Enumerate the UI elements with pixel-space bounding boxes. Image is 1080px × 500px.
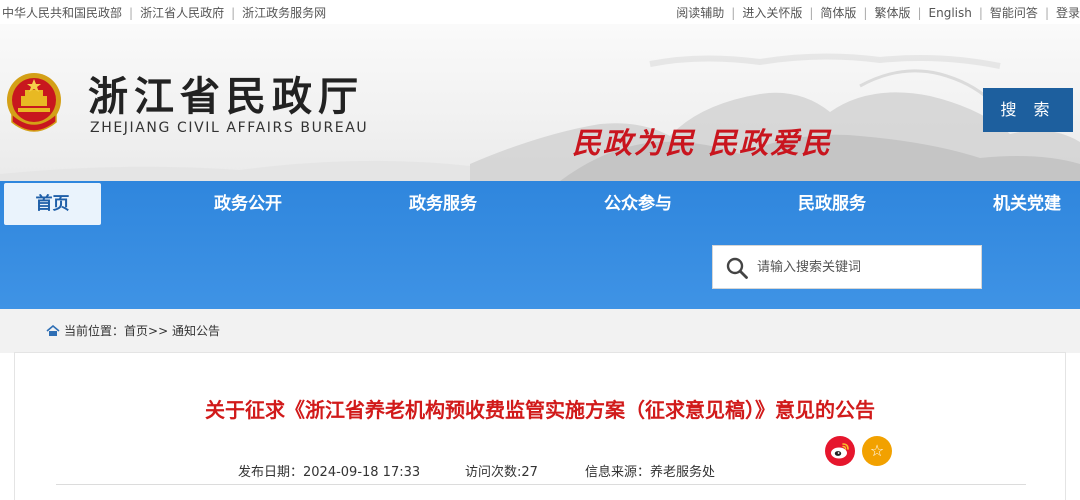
meta-divider (56, 484, 1026, 485)
separator: | (731, 6, 736, 20)
site-header: 浙江省民政厅 ZHEJIANG CIVIL AFFAIRS BUREAU 民政为… (0, 24, 1080, 181)
search-icon (726, 257, 748, 279)
separator: | (809, 6, 814, 20)
star-icon: ☆ (869, 441, 885, 460)
separator: | (863, 6, 868, 20)
article-title: 关于征求《浙江省养老机构预收费监管实施方案（征求意见稿）》意见的公告 (205, 398, 875, 422)
breadcrumb-separator: >> (148, 324, 169, 338)
link-reading-aid[interactable]: 阅读辅助 (676, 6, 724, 20)
visit-count: 访问次数:27 (465, 465, 538, 480)
link-simplified[interactable]: 简体版 (820, 6, 856, 20)
national-emblem-icon (7, 73, 61, 132)
separator: | (129, 6, 134, 20)
share-weibo-button[interactable] (825, 436, 855, 466)
nav-civil-services[interactable]: 民政服务 (780, 183, 884, 225)
nav-public-participation[interactable]: 公众参与 (586, 183, 690, 225)
separator: | (917, 6, 922, 20)
main-nav: 首页 政务公开 政务服务 公众参与 民政服务 机关党建 (0, 181, 1080, 309)
breadcrumb: 当前位置：首页>> 通知公告 (46, 322, 220, 339)
link-english[interactable]: English (929, 6, 972, 20)
breadcrumb-prefix: 当前位置： (64, 324, 125, 338)
link-traditional[interactable]: 繁体版 (874, 6, 910, 20)
top-links-bar: 中华人民共和国民政部 | 浙江省人民政府 | 浙江政务服务网 阅读辅助 | 进入关怀版 | 简体… (0, 0, 1080, 24)
separator: | (978, 6, 983, 20)
site-slogan: 民政为民 民政爱民 (572, 126, 833, 160)
separator: | (231, 6, 236, 20)
breadcrumb-current[interactable]: 通知公告 (172, 324, 220, 338)
link-zj-gov[interactable]: 浙江省人民政府 (140, 6, 224, 20)
link-login[interactable]: 登录 (1056, 6, 1080, 20)
search-button[interactable]: 搜 索 (983, 88, 1073, 132)
link-smart-qa[interactable]: 智能问答 (990, 6, 1038, 20)
nav-party-building[interactable]: 机关党建 (975, 183, 1079, 225)
link-care-mode[interactable]: 进入关怀版 (742, 6, 802, 20)
search-input[interactable] (757, 246, 979, 288)
favorite-button[interactable]: ☆ (862, 436, 892, 466)
weibo-icon (831, 443, 849, 459)
separator: | (1044, 6, 1049, 20)
link-mca[interactable]: 中华人民共和国民政部 (2, 6, 122, 20)
link-zj-service[interactable]: 浙江政务服务网 (242, 6, 326, 20)
location-icon (46, 325, 60, 336)
breadcrumb-home[interactable]: 首页 (124, 324, 148, 338)
nav-gov-affairs[interactable]: 政务公开 (196, 183, 300, 225)
nav-gov-services[interactable]: 政务服务 (391, 183, 495, 225)
top-links-left: 中华人民共和国民政部 | 浙江省人民政府 | 浙江政务服务网 (2, 4, 326, 21)
top-links-right: 阅读辅助 | 进入关怀版 | 简体版 | 繁体版 | English | 智能问答 | 登录 (676, 4, 1080, 21)
nav-home[interactable]: 首页 (4, 183, 101, 225)
info-source: 信息来源：养老服务处 (585, 465, 716, 480)
search-box (712, 245, 982, 289)
site-title-english: ZHEJIANG CIVIL AFFAIRS BUREAU (90, 120, 369, 136)
site-title: 浙江省民政厅 (88, 73, 364, 120)
article-panel (14, 352, 1066, 500)
publish-date: 发布日期：2024-09-18 17:33 (238, 465, 421, 480)
